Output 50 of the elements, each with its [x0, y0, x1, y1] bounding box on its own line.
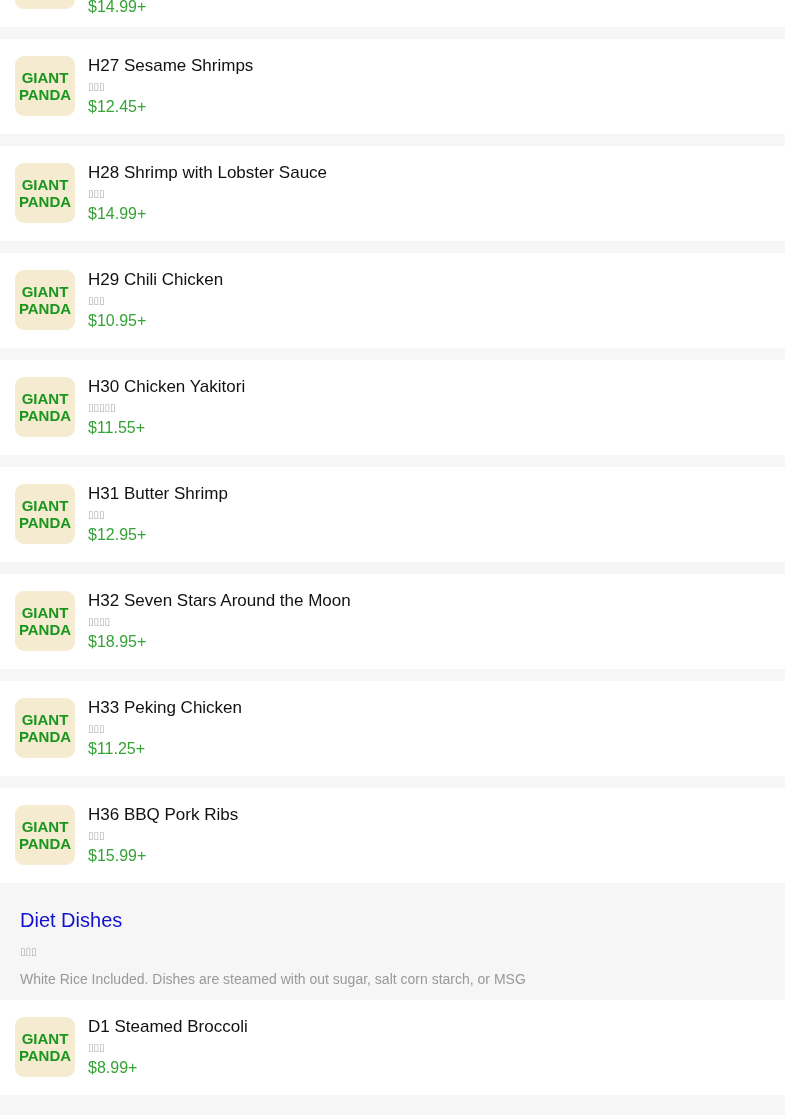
dish-name: H31 Butter Shrimp — [88, 484, 228, 504]
dish-price: $12.45+ — [88, 97, 148, 117]
dish-card[interactable]: GIANT PANDA H29 Chili Chicken ▯▯▯ $10.95+ — [0, 253, 785, 348]
dish-price: $11.55+ — [88, 418, 147, 438]
section-description: White Rice Included. Dishes are steamed with out sugar, salt corn starch, or MSG — [20, 970, 527, 988]
dish-card[interactable]: GIANT PANDA H32 Seven Stars Around the Moon ▯▯▯▯ $18.95+ — [0, 574, 785, 669]
restaurant-logo: GIANT PANDA — [15, 1017, 75, 1077]
dish-price: $18.95+ — [88, 632, 148, 652]
dish-name: H30 Chicken Yakitori — [88, 377, 246, 397]
dish-name: D1 Steamed Broccoli — [88, 1017, 248, 1037]
dish-subtitle: ▯▯▯ — [88, 723, 106, 735]
dish-price: $14.99+ — [88, 0, 147, 17]
dish-subtitle: ▯▯▯▯▯ — [88, 402, 117, 414]
dish-card[interactable]: GIANT PANDA H30 Chicken Yakitori ▯▯▯▯▯ $11.55+ — [0, 360, 785, 455]
section-subtitle: ▯▯▯ — [20, 946, 38, 958]
dish-card[interactable]: GIANT PANDA H31 Butter Shrimp ▯▯▯ $12.95+ — [0, 467, 785, 562]
restaurant-logo: GIANT PANDA — [15, 591, 75, 651]
dish-subtitle: ▯▯▯ — [88, 188, 106, 200]
dish-name: H36 BBQ Pork Ribs — [88, 805, 239, 825]
dish-subtitle: ▯▯▯▯ — [88, 616, 111, 628]
dish-price: $14.99+ — [88, 204, 148, 224]
dish-card[interactable]: GIANT PANDA H27 Sesame Shrimps ▯▯▯ $12.45+ — [0, 39, 785, 134]
dish-price: $15.99+ — [88, 846, 148, 866]
dish-subtitle: ▯▯▯ — [88, 295, 106, 307]
dish-name: H29 Chili Chicken — [88, 270, 224, 290]
dish-card[interactable]: GIANT PANDA D1 Steamed Broccoli ▯▯▯ $8.99+ — [0, 1000, 785, 1095]
restaurant-logo: GIANT PANDA — [15, 270, 75, 330]
dish-subtitle: ▯▯▯ — [88, 1042, 106, 1054]
dish-name: H28 Shrimp with Lobster Sauce — [88, 163, 328, 183]
dish-card[interactable]: GIANT PANDA H28 Shrimp with Lobster Sauce ▯▯▯ $14.99+ — [0, 146, 785, 241]
dish-price: $12.95+ — [88, 525, 148, 545]
dish-subtitle: ▯▯▯ — [88, 830, 106, 842]
dish-name: H27 Sesame Shrimps — [88, 56, 254, 76]
dish-subtitle: ▯▯▯ — [88, 81, 106, 93]
dish-name: H33 Peking Chicken — [88, 698, 243, 718]
dish-price: $11.25+ — [88, 739, 147, 759]
restaurant-logo: GIANT PANDA — [15, 163, 75, 223]
restaurant-logo: GIANT PANDA — [15, 805, 75, 865]
section-title: Diet Dishes — [20, 908, 124, 932]
dish-price: $8.99+ — [88, 1058, 139, 1078]
restaurant-logo: GIANT PANDA — [15, 56, 75, 116]
restaurant-logo: GIANT PANDA — [15, 484, 75, 544]
dish-subtitle: ▯▯▯ — [88, 509, 106, 521]
dish-price: $10.95+ — [88, 311, 148, 331]
dish-card[interactable]: GIANT PANDA H33 Peking Chicken ▯▯▯ $11.25+ — [0, 681, 785, 776]
restaurant-logo: GIANT PANDA — [15, 377, 75, 437]
dish-name: H32 Seven Stars Around the Moon — [88, 591, 351, 611]
logo-tile — [15, 0, 75, 9]
restaurant-logo: GIANT PANDA — [15, 698, 75, 758]
dish-card[interactable]: GIANT PANDA H36 BBQ Pork Ribs ▯▯▯ $15.99+ — [0, 788, 785, 883]
